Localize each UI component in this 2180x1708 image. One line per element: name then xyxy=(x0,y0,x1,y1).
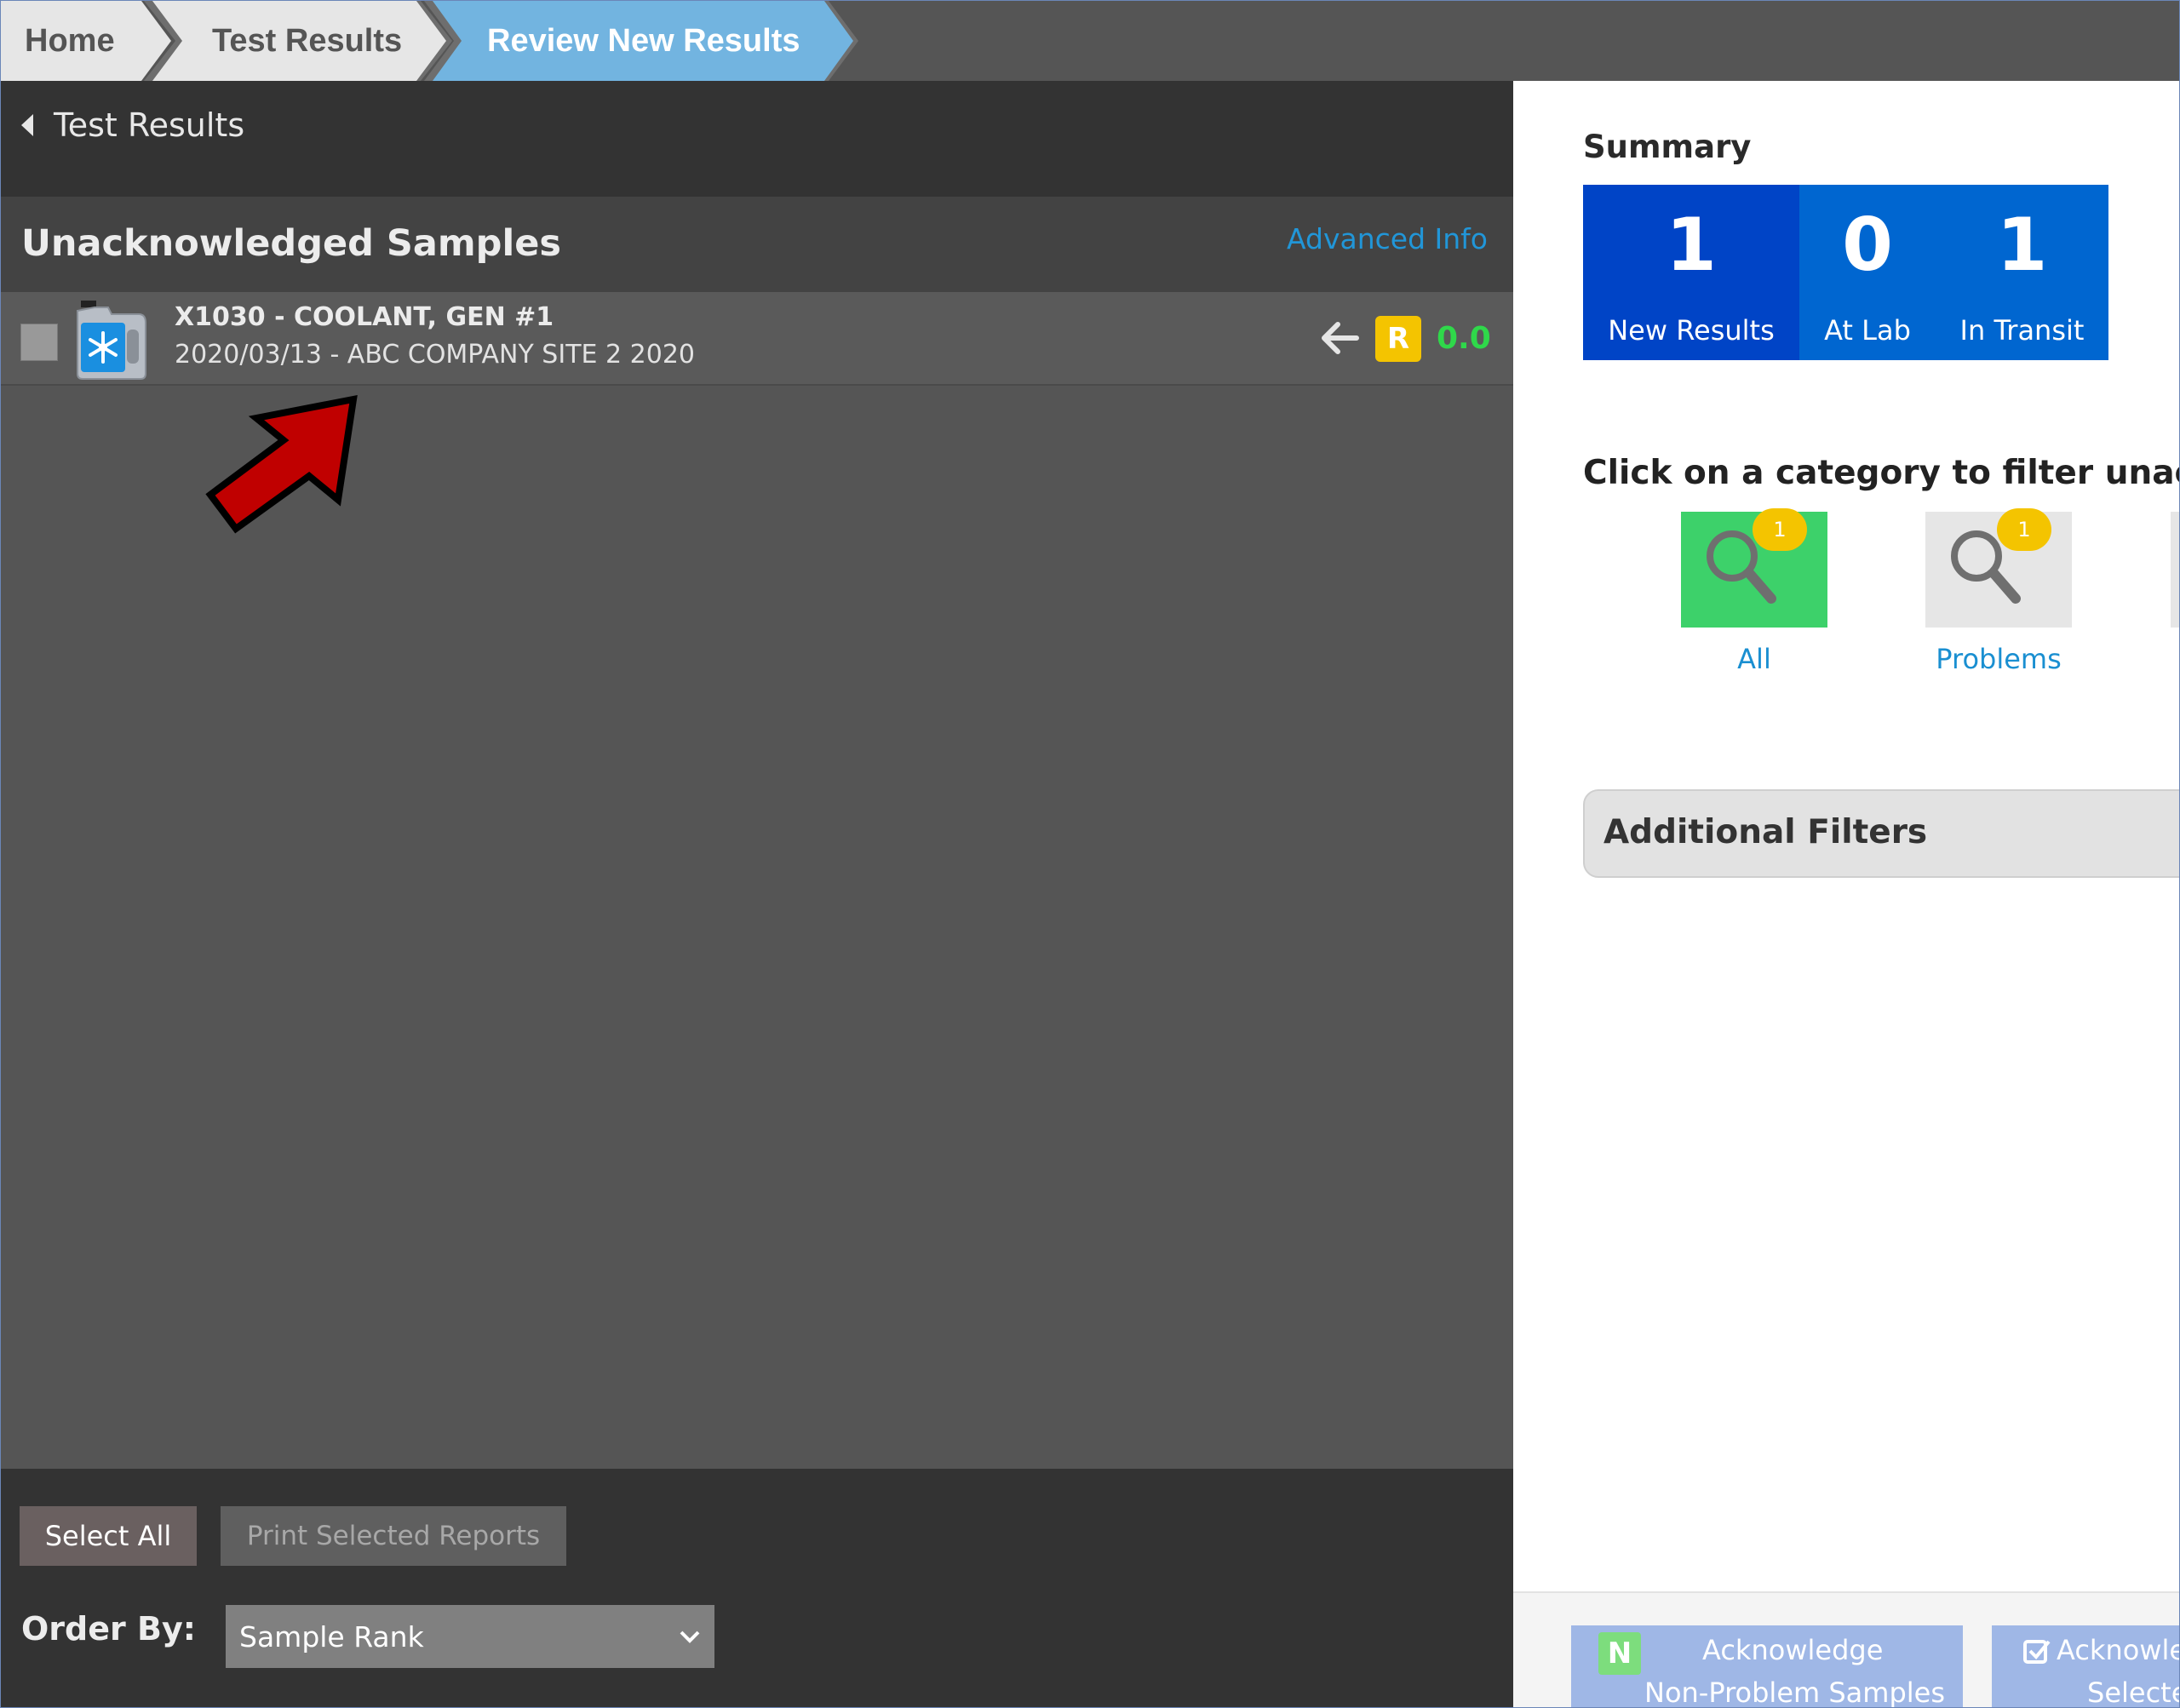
caret-left-icon xyxy=(21,114,33,136)
summary-at-lab[interactable]: 0 At Lab xyxy=(1799,185,1936,360)
order-by-label: Order By: xyxy=(21,1610,196,1648)
summary-label: In Transit xyxy=(1959,314,2085,347)
breadcrumb-label: Review New Results xyxy=(487,22,800,59)
breadcrumb: Review New Results Test Results Home xyxy=(1,1,2179,81)
category-count-badge: 1 xyxy=(1997,508,2051,551)
summary-count: 1 xyxy=(1666,203,1717,288)
chevron-down-icon xyxy=(680,1631,700,1643)
advanced-info-link[interactable]: Advanced Info xyxy=(1287,222,1488,255)
category-tile-partial[interactable] xyxy=(2171,512,2179,628)
additional-filters-panel[interactable]: Additional Filters xyxy=(1583,789,2179,878)
panel-title: Unacknowledged Samples xyxy=(21,222,561,265)
category-all-tile[interactable]: 1 xyxy=(1681,508,1827,628)
sample-score: 0.0 xyxy=(1437,321,1491,356)
breadcrumb-review-new-results[interactable]: Review New Results xyxy=(433,1,853,81)
rank-badge: R xyxy=(1375,316,1421,362)
sample-subtitle: 2020/03/13 - ABC COMPANY SITE 2 2020 xyxy=(175,340,695,370)
breadcrumb-label: Test Results xyxy=(212,22,403,59)
summary-label: At Lab xyxy=(1824,314,1911,347)
back-link[interactable]: Test Results xyxy=(21,106,244,144)
breadcrumb-label: Home xyxy=(25,22,115,59)
additional-filters-label: Additional Filters xyxy=(1603,813,1928,851)
sample-row[interactable]: X1030 - COOLANT, GEN #1 2020/03/13 - ABC… xyxy=(1,292,1513,386)
back-bar: Test Results xyxy=(1,81,1513,197)
category-count-badge: 1 xyxy=(1753,508,1807,551)
sample-checkbox[interactable] xyxy=(20,324,58,361)
checkbox-check-icon xyxy=(2023,1640,2051,1664)
summary-new-results[interactable]: 1 New Results xyxy=(1583,185,1799,360)
coolant-jug-icon xyxy=(77,301,146,380)
category-problems-tile[interactable]: 1 xyxy=(1925,508,2072,628)
summary-in-transit[interactable]: 1 In Transit xyxy=(1936,185,2108,360)
arrow-left-icon[interactable] xyxy=(1319,319,1362,357)
print-selected-reports-button[interactable]: Print Selected Reports xyxy=(221,1506,566,1566)
summary-count: 1 xyxy=(1996,203,2048,288)
ack-line1: Acknowledge xyxy=(1702,1634,1884,1666)
acknowledge-selected-button[interactable]: Acknowle Selecte xyxy=(1992,1625,2180,1708)
order-by-value: Sample Rank xyxy=(239,1619,424,1654)
select-all-button[interactable]: Select All xyxy=(20,1506,197,1566)
app-window: Review New Results Test Results Home Tes… xyxy=(0,0,2180,1708)
acknowledge-non-problem-button[interactable]: N Acknowledge Non-Problem Samples xyxy=(1571,1625,1963,1708)
ack-line2: Selecte xyxy=(2087,1676,2180,1708)
order-by-select[interactable]: Sample Rank xyxy=(226,1605,714,1668)
breadcrumb-home[interactable]: Home xyxy=(1,1,171,81)
back-link-label: Test Results xyxy=(54,106,245,144)
n-badge-icon: N xyxy=(1598,1632,1641,1675)
red-pointer-arrow-icon xyxy=(205,394,358,534)
acknowledge-bar: N Acknowledge Non-Problem Samples Acknow… xyxy=(1513,1591,2180,1708)
summary-panel: Summary 1 New Results 0 At Lab 1 In Tran… xyxy=(1513,81,2180,1708)
ack-line2: Non-Problem Samples xyxy=(1644,1676,1945,1708)
samples-panel: Test Results Unacknowledged Samples Adva… xyxy=(1,81,1513,1707)
summary-title: Summary xyxy=(1583,129,1752,165)
ack-line1: Acknowle xyxy=(2057,1634,2180,1666)
category-all-label[interactable]: All xyxy=(1681,643,1827,675)
summary-label: New Results xyxy=(1608,314,1775,347)
unacknowledged-header: Unacknowledged Samples Advanced Info xyxy=(1,197,1513,292)
sample-title: X1030 - COOLANT, GEN #1 xyxy=(175,302,554,332)
action-bar: Select All Print Selected Reports Order … xyxy=(1,1469,1513,1707)
summary-count: 0 xyxy=(1842,203,1893,288)
filter-prompt: Click on a category to filter unacknow xyxy=(1583,454,2179,492)
category-problems-label[interactable]: Problems xyxy=(1925,643,2072,675)
breadcrumb-test-results[interactable]: Test Results xyxy=(152,1,446,81)
